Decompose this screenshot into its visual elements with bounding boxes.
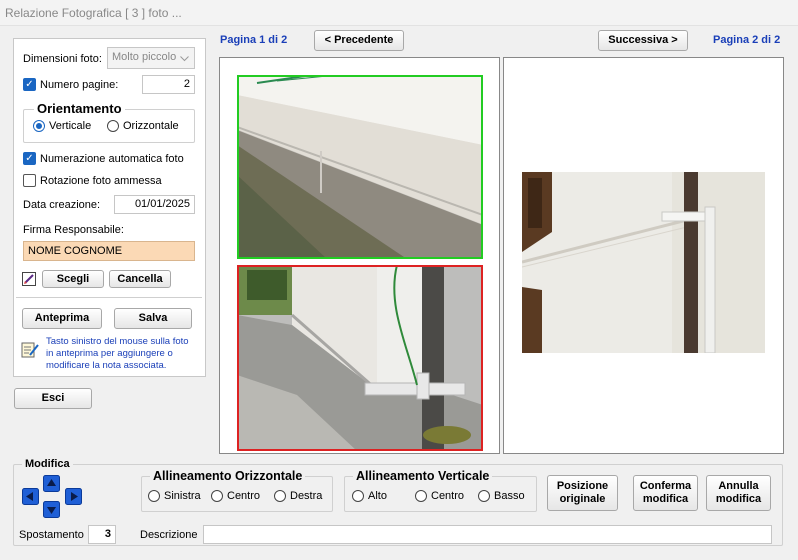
- valign-center-option[interactable]: Centro: [415, 490, 464, 502]
- confirm-modify-button[interactable]: Conferma modifica: [633, 475, 698, 511]
- right-page-label: Pagina 2 di 2: [713, 34, 781, 46]
- halign-center-option[interactable]: Centro: [211, 490, 260, 502]
- chevron-down-icon: [180, 56, 189, 62]
- choose-signature-button[interactable]: Scegli: [42, 270, 104, 288]
- valign-bottom-radio[interactable]: [478, 490, 490, 502]
- preview-button[interactable]: Anteprima: [22, 308, 102, 329]
- photo-size-label: Dimensioni foto:: [23, 53, 102, 65]
- rotation-checkbox[interactable]: [23, 174, 36, 187]
- left-page-label: Pagina 1 di 2: [220, 34, 288, 46]
- orientation-horizontal-label: Orizzontale: [123, 120, 179, 132]
- orientation-vertical-option[interactable]: Verticale: [33, 120, 91, 132]
- valign-bottom-option[interactable]: Basso: [478, 490, 525, 502]
- description-label: Descrizione: [140, 529, 198, 541]
- cancel-modify-button[interactable]: Annulla modifica: [706, 475, 771, 511]
- signature-label: Firma Responsabile:: [23, 224, 124, 236]
- orientation-horizontal-radio[interactable]: [107, 120, 119, 132]
- orientation-vertical-radio[interactable]: [33, 120, 45, 132]
- creation-date-label: Data creazione:: [23, 199, 101, 211]
- creation-date-input[interactable]: 01/01/2025: [114, 195, 195, 214]
- halign-center-label: Centro: [227, 490, 261, 502]
- orientation-horizontal-option[interactable]: Orizzontale: [107, 120, 179, 132]
- valign-center-label: Centro: [431, 490, 465, 502]
- shift-input[interactable]: 3: [88, 525, 116, 544]
- hint-text: Tasto sinistro del mouse sulla foto in a…: [46, 336, 189, 371]
- previous-page-button[interactable]: < Precedente: [314, 30, 404, 51]
- photo-2[interactable]: [237, 265, 483, 451]
- valign-top-option[interactable]: Alto: [352, 490, 387, 502]
- halign-right-label: Destra: [290, 490, 323, 502]
- photo-size-select[interactable]: Molto piccolo: [107, 47, 195, 69]
- valign-top-label: Alto: [368, 490, 387, 502]
- auto-numbering-label: Numerazione automatica foto: [40, 152, 184, 165]
- valign-center-radio[interactable]: [415, 490, 427, 502]
- window-title: Relazione Fotografica [ 3 ] foto ...: [0, 0, 798, 26]
- halign-center-radio[interactable]: [211, 490, 223, 502]
- move-right-button[interactable]: [65, 488, 82, 505]
- note-icon: [21, 342, 39, 358]
- valign-title: Allineamento Verticale: [353, 469, 493, 483]
- original-position-button[interactable]: Posizione originale: [547, 475, 618, 511]
- page-count-label: Numero pagine:: [40, 78, 119, 91]
- halign-left-radio[interactable]: [148, 490, 160, 502]
- halign-right-radio[interactable]: [274, 490, 286, 502]
- modify-title: Modifica: [22, 457, 73, 471]
- move-down-button[interactable]: [43, 501, 60, 518]
- page-count-checkbox[interactable]: ✓: [23, 78, 36, 91]
- move-up-button[interactable]: [43, 475, 60, 492]
- photo-3[interactable]: [522, 172, 765, 353]
- move-left-button[interactable]: [22, 488, 39, 505]
- halign-right-option[interactable]: Destra: [274, 490, 322, 502]
- photo-1[interactable]: [237, 75, 483, 259]
- photo-size-value: Molto piccolo: [112, 51, 177, 63]
- exit-button[interactable]: Esci: [14, 388, 92, 409]
- halign-left-option[interactable]: Sinistra: [148, 490, 201, 502]
- valign-top-radio[interactable]: [352, 490, 364, 502]
- clear-signature-button[interactable]: Cancella: [109, 270, 171, 288]
- next-page-button[interactable]: Successiva >: [598, 30, 688, 51]
- halign-title: Allineamento Orizzontale: [150, 469, 306, 483]
- valign-bottom-label: Basso: [494, 490, 525, 502]
- auto-numbering-checkbox[interactable]: ✓: [23, 152, 36, 165]
- rotation-label: Rotazione foto ammessa: [40, 174, 162, 187]
- settings-separator: [16, 297, 202, 298]
- orientation-vertical-label: Verticale: [49, 120, 92, 132]
- pencil-icon[interactable]: [22, 272, 36, 286]
- description-input[interactable]: [203, 525, 772, 544]
- save-button[interactable]: Salva: [114, 308, 192, 329]
- shift-label: Spostamento: [19, 529, 84, 541]
- signature-input[interactable]: NOME COGNOME: [23, 241, 195, 261]
- orientation-title: Orientamento: [34, 102, 125, 116]
- halign-left-label: Sinistra: [164, 490, 201, 502]
- page-count-input[interactable]: 2: [142, 75, 195, 94]
